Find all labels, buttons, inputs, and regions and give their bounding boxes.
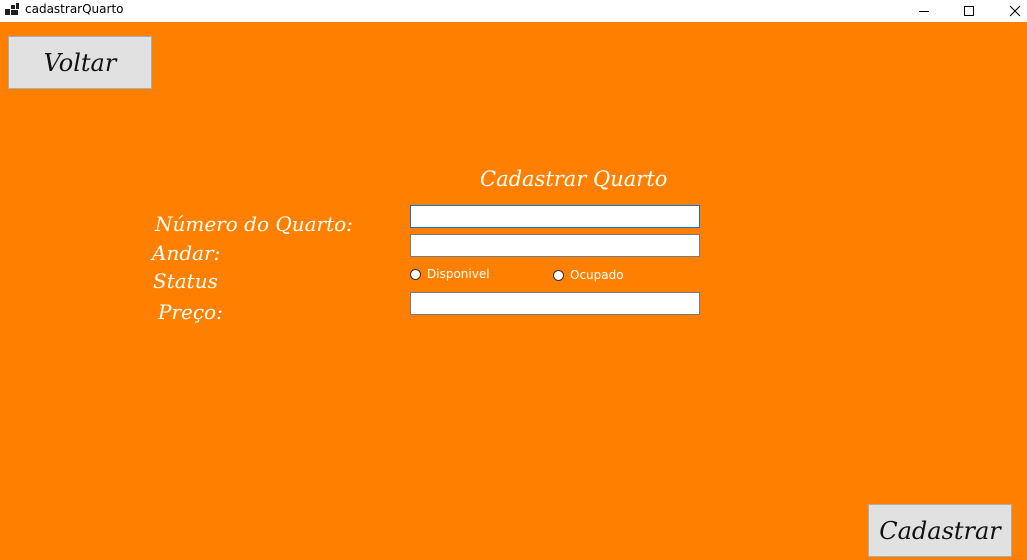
maximize-icon <box>964 6 974 16</box>
app-icon <box>5 3 19 17</box>
status-ocupado-label: Ocupado <box>570 268 624 282</box>
status-disponivel-radio[interactable]: Disponivel <box>410 267 490 281</box>
maximize-button[interactable] <box>946 0 992 22</box>
status-disponivel-label: Disponivel <box>427 267 490 281</box>
status-ocupado-radio[interactable]: Ocupado <box>553 268 624 282</box>
minimize-icon <box>919 11 929 12</box>
minimize-button[interactable] <box>901 0 947 22</box>
andar-input[interactable] <box>410 234 700 257</box>
voltar-button[interactable]: Voltar <box>8 36 152 89</box>
radio-circle-icon <box>553 269 564 281</box>
radio-circle-icon <box>410 268 421 280</box>
numero-quarto-label: Número do Quarto: <box>155 212 353 236</box>
close-button[interactable] <box>992 0 1027 22</box>
andar-label: Andar: <box>152 241 221 265</box>
cadastrar-button[interactable]: Cadastrar <box>868 504 1012 557</box>
title-bar: cadastrarQuarto <box>0 0 1027 22</box>
app-window: cadastrarQuarto Voltar Cadastrar Quarto … <box>0 0 1027 560</box>
numero-quarto-input[interactable] <box>410 205 700 228</box>
close-icon <box>1009 5 1021 17</box>
preco-input[interactable] <box>410 292 700 315</box>
status-label: Status <box>153 269 218 293</box>
form-client-area: Voltar Cadastrar Quarto Número do Quarto… <box>0 22 1027 560</box>
preco-label: Preço: <box>158 300 223 324</box>
form-heading: Cadastrar Quarto <box>480 167 668 191</box>
window-title: cadastrarQuarto <box>25 2 124 16</box>
